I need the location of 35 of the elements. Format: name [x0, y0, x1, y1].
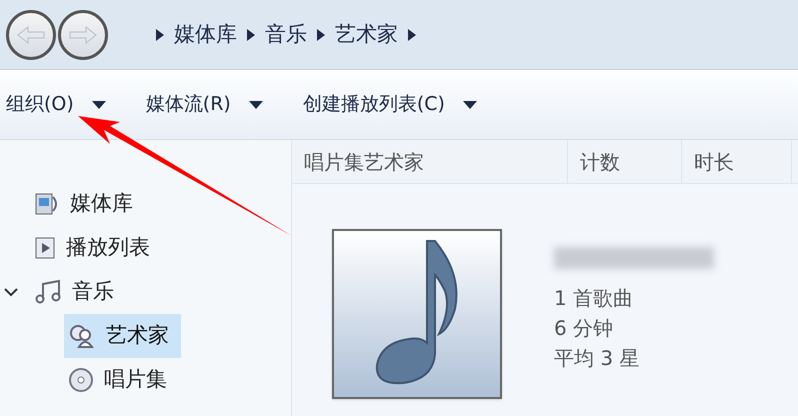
sidebar-item[interactable]: 音乐 — [30, 270, 126, 314]
sidebar-item[interactable]: 播放列表 — [30, 226, 162, 270]
chevron-down-icon[interactable] — [4, 287, 18, 297]
breadcrumb-arrow-icon — [156, 28, 164, 40]
breadcrumb-link[interactable]: 艺术家 — [335, 18, 398, 50]
forward-button[interactable] — [58, 10, 108, 60]
dropdown-caret-icon — [462, 100, 477, 108]
disc-icon — [68, 367, 94, 393]
column-header[interactable]: 时长 — [682, 140, 792, 183]
breadcrumb-arrow-icon — [317, 28, 325, 40]
playlist-icon — [34, 236, 56, 260]
forward-arrow-icon — [68, 24, 98, 44]
breadcrumb-arrow-icon — [247, 28, 255, 40]
column-header[interactable]: 计数 — [568, 140, 682, 183]
back-button[interactable] — [6, 10, 56, 60]
column-header[interactable]: 唱片集艺术家 — [292, 140, 568, 183]
rating: 平均 3 星 — [554, 345, 640, 372]
back-arrow-icon — [16, 24, 46, 44]
toolbar-menu-button[interactable]: 组织(O) — [6, 90, 106, 119]
dropdown-caret-icon — [248, 100, 263, 108]
library-icon — [34, 191, 60, 217]
sidebar-item[interactable]: 唱片集 — [64, 358, 179, 402]
music-notes-icon — [34, 279, 62, 305]
people-icon — [68, 323, 96, 349]
duration: 6 分钟 — [554, 315, 614, 342]
breadcrumb-link[interactable]: 媒体库 — [174, 18, 237, 50]
toolbar-menu-button[interactable]: 创建播放列表(C) — [302, 90, 477, 119]
breadcrumb-arrow-icon — [408, 28, 416, 40]
toolbar-menu-button[interactable]: 媒体流(R) — [146, 90, 263, 119]
breadcrumb-link[interactable]: 音乐 — [265, 18, 307, 50]
song-count: 1 首歌曲 — [554, 285, 634, 312]
sidebar-item[interactable]: 艺术家 — [64, 314, 181, 358]
album-art-tile[interactable] — [332, 229, 502, 399]
sidebar-item[interactable]: 媒体库 — [30, 182, 145, 226]
dropdown-caret-icon — [92, 100, 106, 108]
